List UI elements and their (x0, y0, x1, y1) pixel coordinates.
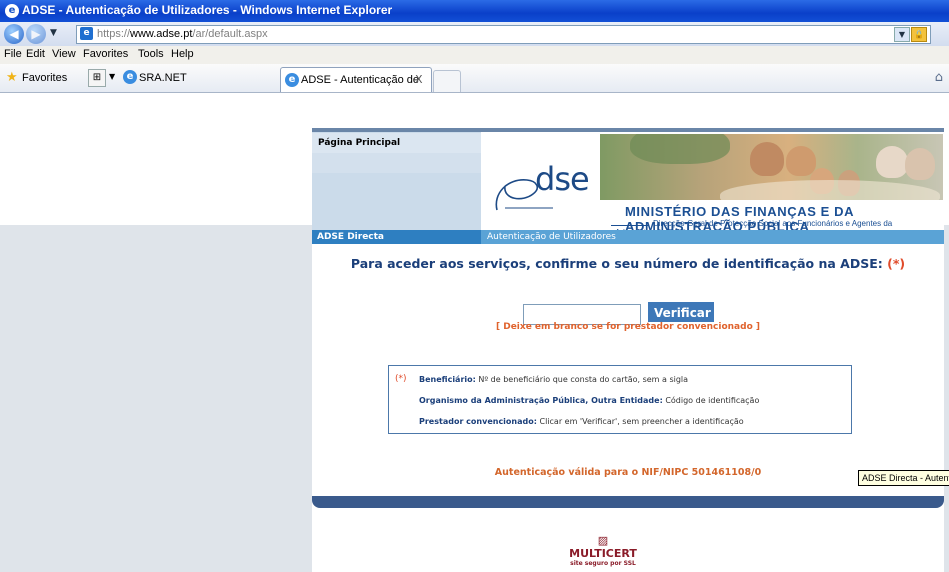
tab-adse[interactable]: e ADSE - Autenticação de ... X (280, 67, 432, 98)
nav-adse-directa: ADSE Directa (317, 232, 385, 242)
menu-edit[interactable]: Edit (26, 48, 45, 60)
history-dropdown-icon[interactable]: ▼ (50, 28, 57, 38)
quick-tabs-icon[interactable]: ⊞ (88, 69, 106, 87)
sidebar-link-pagina-principal[interactable]: Página Principal (318, 138, 400, 148)
multicert-badge[interactable]: ▨ MULTICERT site seguro por SSL (568, 534, 638, 567)
verify-button[interactable]: Verificar (648, 302, 714, 322)
back-button[interactable]: ◀ (4, 24, 24, 44)
menu-view[interactable]: View (52, 48, 76, 60)
address-toolbar: ◀ ▶ ▼ e https://www.adse.pt/ar/default.a… (0, 22, 949, 46)
menu-favorites[interactable]: Favorites (83, 48, 128, 60)
input-hint: [ Deixe em branco se for prestador conve… (495, 322, 760, 332)
multicert-subtitle: site seguro por SSL (570, 560, 636, 567)
info-box: (*) Beneficiário: Nº de beneficiário que… (388, 365, 852, 434)
home-icon[interactable]: ⌂ (935, 70, 943, 85)
ie-icon: e (5, 4, 19, 18)
window-title-bar: e ADSE - Autenticação de Utilizadores - … (0, 0, 949, 22)
close-tab-icon[interactable]: X (415, 73, 423, 86)
address-dropdown-icon[interactable]: ▼ (894, 27, 910, 42)
info-row-organismo: Organismo da Administração Pública, Outr… (419, 396, 760, 405)
header-family-photo (600, 134, 943, 200)
favorites-star-icon[interactable]: ★ (6, 70, 18, 85)
menu-help[interactable]: Help (171, 48, 194, 60)
multicert-icon: ▨ (597, 534, 609, 547)
multicert-logo: ▨ MULTICERT (569, 534, 637, 560)
menu-file[interactable]: File (4, 48, 22, 60)
page-header: dse MINISTÉRIO DAS FINANÇAS E DA ADMINIS… (481, 128, 944, 237)
forward-button[interactable]: ▶ (26, 24, 46, 44)
menu-bar: File Edit View Favorites Tools Help (0, 46, 949, 65)
sidebar-item-empty (312, 153, 481, 173)
tab-bar: ★ Favorites ⊞ ▼ e SRA.NET e ADSE - Auten… (0, 64, 949, 98)
info-marker: (*) (395, 374, 407, 384)
page-background-right (944, 225, 949, 572)
new-tab-button[interactable] (433, 70, 461, 92)
adse-logo-text: dse (535, 160, 590, 198)
page-footer-bar (312, 496, 944, 508)
lock-icon[interactable]: 🔒 (911, 27, 927, 42)
page-nav-bar: ADSE Directa Autenticação de Utilizadore… (312, 230, 944, 244)
address-input[interactable]: e https://www.adse.pt/ar/default.aspx ▼ … (76, 25, 931, 44)
nif-line: Autenticação válida para o NIF/NIPC 5014… (494, 467, 762, 478)
info-row-beneficiario: Beneficiário: Nº de beneficiário que con… (419, 375, 689, 384)
info-row-prestador: Prestador convencionado: Clicar em 'Veri… (419, 417, 744, 426)
page-background-left (0, 225, 312, 572)
address-url: https://www.adse.pt/ar/default.aspx (97, 28, 268, 40)
site-favicon-icon: e (80, 27, 93, 40)
favorites-button[interactable]: Favorites (22, 72, 67, 84)
divider (312, 128, 481, 132)
favorite-link-sra[interactable]: SRA.NET (139, 72, 187, 84)
tab-list-dropdown-icon[interactable]: ▼ (109, 72, 115, 81)
adse-logo: dse (493, 160, 590, 216)
nav-current-page: Autenticação de Utilizadores (487, 232, 616, 242)
menu-tools[interactable]: Tools (138, 48, 164, 60)
identification-prompt: Para aceder aos serviços, confirme o seu… (350, 256, 906, 271)
ie-icon: e (123, 70, 137, 84)
tooltip: ADSE Directa - Autenticação de Utilizado… (858, 470, 949, 486)
divider (481, 128, 944, 132)
adse-page-panel: Página Principal dse MINISTÉRIO DAS FINA… (312, 128, 944, 508)
window-title: ADSE - Autenticação de Utilizadores - Wi… (22, 3, 393, 17)
page-viewport: Página Principal dse MINISTÉRIO DAS FINA… (0, 93, 949, 572)
ie-icon: e (285, 73, 299, 87)
